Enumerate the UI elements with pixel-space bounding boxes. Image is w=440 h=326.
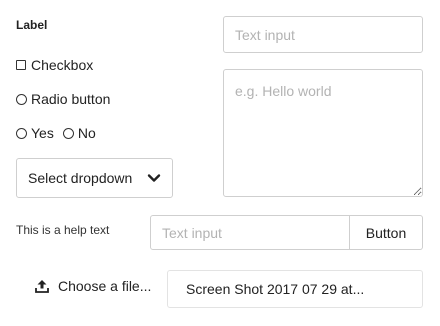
help-text: This is a help text [16, 223, 110, 237]
choose-file-label: Choose a file... [58, 278, 152, 294]
radio-no-label: No [77, 125, 96, 141]
input-button-group: Button [150, 215, 423, 250]
choose-file-button[interactable]: Choose a file... [34, 278, 151, 294]
upload-icon [35, 280, 49, 293]
radio-label: Radio button [31, 91, 111, 107]
chevron-down-icon [147, 174, 161, 182]
file-name-display: Screen Shot 2017 07 29 at... [167, 270, 423, 308]
radio-option-yes[interactable]: Yes [16, 125, 54, 141]
form-label: Label [16, 18, 48, 32]
select-dropdown[interactable]: Select dropdown [16, 158, 173, 198]
radio-yes-label: Yes [31, 125, 54, 141]
radio-option-no[interactable]: No [62, 125, 96, 141]
checkbox-option[interactable]: Checkbox [16, 57, 93, 73]
textarea[interactable] [223, 69, 423, 197]
checkbox-label: Checkbox [31, 57, 94, 73]
group-text-input[interactable] [150, 215, 350, 250]
radio-group-yes-no: Yes No [16, 125, 105, 141]
action-button[interactable]: Button [350, 215, 423, 250]
radio-no[interactable] [62, 127, 74, 139]
radio-yes[interactable] [16, 127, 27, 139]
checkbox[interactable] [16, 60, 26, 70]
radio-button[interactable] [16, 93, 27, 105]
radio-option[interactable]: Radio button [16, 91, 110, 107]
select-value: Select dropdown [28, 170, 133, 186]
text-input[interactable] [223, 16, 423, 53]
